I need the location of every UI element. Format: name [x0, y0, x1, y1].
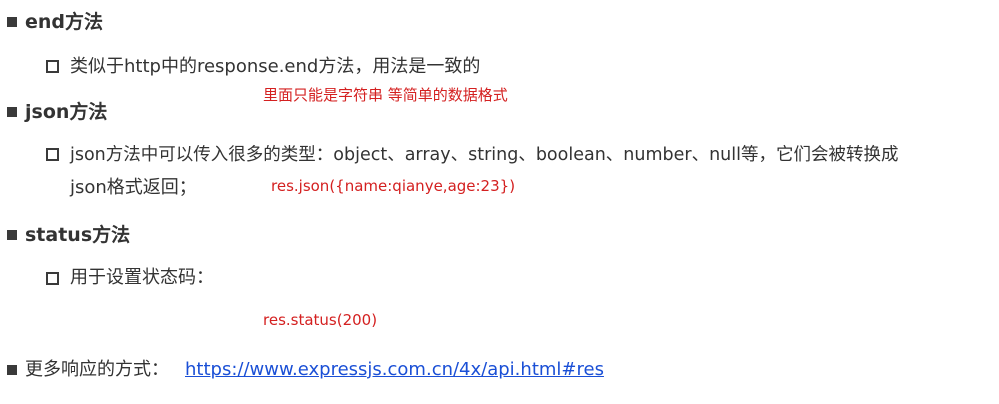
filled-square-icon [7, 17, 17, 27]
hollow-square-icon [46, 272, 59, 285]
section-item-json-line1: json方法中可以传入很多的类型：object、array、string、boo… [70, 145, 899, 165]
section-item-json-line2: json格式返回； [70, 177, 197, 198]
hollow-square-icon [46, 60, 59, 73]
filled-square-icon [7, 230, 17, 240]
api-docs-link[interactable]: https://www.expressjs.com.cn/4x/api.html… [185, 358, 604, 382]
annotation-note-status: res.status(200) [263, 311, 378, 329]
annotation-note-json: res.json({name:qianye,age:23}) [271, 177, 516, 195]
section-item-end: 类似于http中的response.end方法，用法是一致的 [70, 56, 481, 77]
filled-square-icon [7, 107, 17, 117]
section-item-status: 用于设置状态码： [70, 267, 214, 288]
section-heading-json: json方法 [25, 101, 108, 123]
hollow-square-icon [46, 148, 59, 161]
section-heading-end: end方法 [25, 11, 104, 33]
section-heading-status: status方法 [25, 224, 131, 246]
footer-label: 更多响应的方式： [25, 359, 169, 380]
annotation-note-end: 里面只能是字符串 等简单的数据格式 [263, 86, 508, 104]
filled-square-icon [7, 365, 17, 375]
